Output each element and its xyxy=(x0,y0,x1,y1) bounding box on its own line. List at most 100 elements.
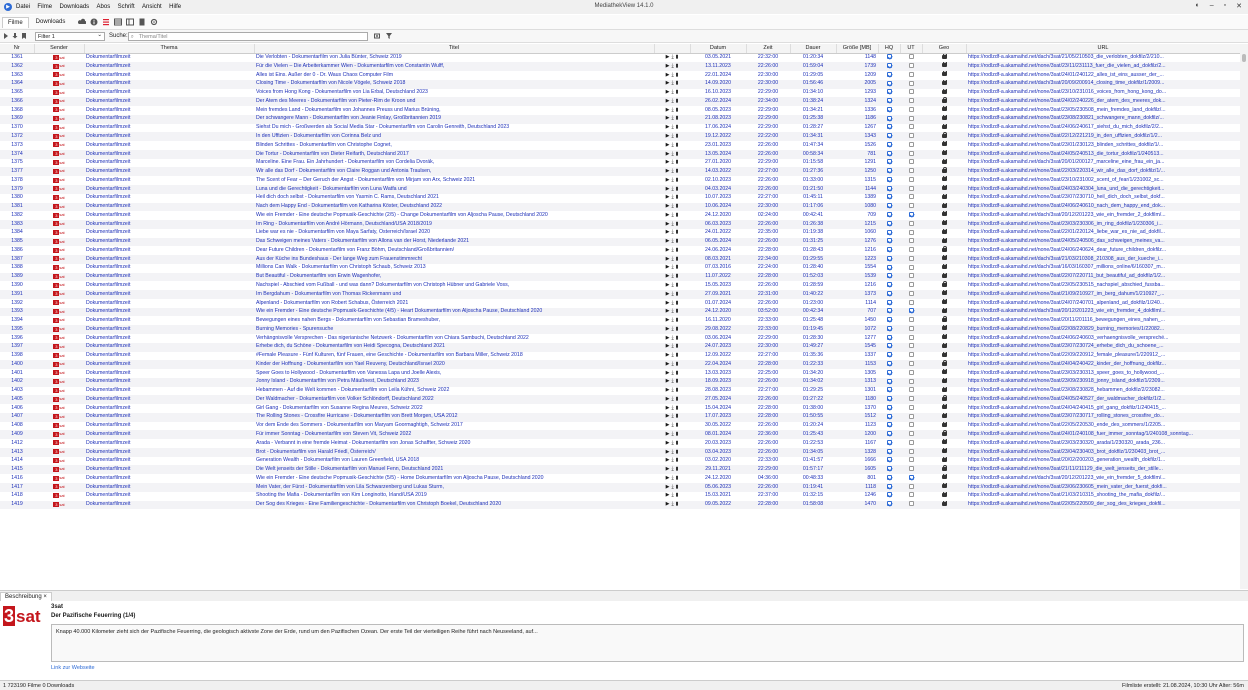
play-icon[interactable]: ▶ xyxy=(666,124,670,132)
hq-checkbox[interactable] xyxy=(886,62,892,68)
hq-checkbox[interactable] xyxy=(886,247,892,253)
clear-search-icon[interactable] xyxy=(373,33,380,39)
play-icon[interactable]: ▶ xyxy=(666,492,670,500)
bookmark-icon[interactable]: ▮ xyxy=(676,203,679,211)
hq-checkbox[interactable] xyxy=(886,150,892,156)
download-icon[interactable]: ⤓ xyxy=(671,115,673,123)
bookmark-icon[interactable]: ▮ xyxy=(676,387,679,395)
play-icon[interactable]: ▶ xyxy=(666,387,670,395)
download-icon[interactable]: ⤓ xyxy=(671,396,673,404)
bookmark-icon[interactable]: ▮ xyxy=(676,194,679,202)
play-icon[interactable]: ▶ xyxy=(666,194,670,202)
bookmark-icon[interactable]: ▮ xyxy=(676,115,679,123)
table-row[interactable]: 1418 3 sat Dokumentarfilmzeit Shooting the M… xyxy=(0,491,1240,501)
menu-datei[interactable]: Datei xyxy=(16,4,30,10)
ut-checkbox[interactable] xyxy=(908,501,914,507)
bookmark-icon[interactable]: ▮ xyxy=(676,273,679,281)
hq-checkbox[interactable] xyxy=(886,255,892,261)
table-row[interactable]: 1398 3 sat Dokumentarfilmzeit #Female Pleasu… xyxy=(0,351,1240,361)
menu-filme[interactable]: Filme xyxy=(37,4,52,10)
ut-checkbox[interactable] xyxy=(908,264,914,270)
hq-checkbox[interactable] xyxy=(886,325,892,331)
play-icon[interactable]: ▶ xyxy=(666,501,670,509)
minimize-icon[interactable]: – xyxy=(1210,2,1214,10)
vertical-scrollbar[interactable] xyxy=(1240,44,1248,589)
menu-schrift[interactable]: Schrift xyxy=(118,4,135,10)
table-row[interactable]: 1413 3 sat Dokumentarfilmzeit Brot - Dokumen… xyxy=(0,447,1240,457)
hq-checkbox[interactable] xyxy=(886,238,892,244)
table-row[interactable]: 1409 3 sat Dokumentarfilmzeit Für immer Sonn… xyxy=(0,430,1240,440)
table-row[interactable]: 1364 3 sat Dokumentarfilmzeit Closing Time -… xyxy=(0,79,1240,89)
bookmark-icon[interactable]: ▮ xyxy=(676,413,679,421)
ut-checkbox[interactable] xyxy=(908,413,914,419)
column-header[interactable]: Nr xyxy=(0,44,35,54)
play-icon[interactable]: ▶ xyxy=(666,317,670,325)
hq-checkbox[interactable] xyxy=(886,343,892,349)
funnel-icon[interactable] xyxy=(385,33,392,39)
hq-checkbox[interactable] xyxy=(886,308,892,314)
hq-checkbox[interactable] xyxy=(886,334,892,340)
play-icon[interactable]: ▶ xyxy=(666,396,670,404)
column-header[interactable]: Größe [MB] xyxy=(836,44,879,54)
table-row[interactable]: 1377 3 sat Dokumentarfilmzeit Wir alle das D… xyxy=(0,167,1240,177)
play-icon[interactable]: ▶ xyxy=(666,449,670,457)
play-icon[interactable]: ▶ xyxy=(666,370,670,378)
bookmark-icon[interactable]: ▮ xyxy=(676,133,679,141)
download-icon[interactable]: ⤓ xyxy=(671,168,673,176)
ut-checkbox[interactable] xyxy=(908,238,914,244)
ut-checkbox[interactable] xyxy=(908,439,914,445)
bookmark-icon[interactable]: ▮ xyxy=(676,221,679,229)
hq-checkbox[interactable] xyxy=(886,404,892,410)
hq-checkbox[interactable] xyxy=(886,466,892,472)
play-icon[interactable]: ▶ xyxy=(666,326,670,334)
table-row[interactable]: 1380 3 sat Dokumentarfilmzeit Heil dich doch… xyxy=(0,193,1240,203)
hq-checkbox[interactable] xyxy=(886,141,892,147)
table-row[interactable]: 1393 3 sat Dokumentarfilmzeit Wie ein Fremde… xyxy=(0,307,1240,317)
bookmark-icon[interactable]: ▮ xyxy=(676,370,679,378)
maximize-icon[interactable]: ▫ xyxy=(1224,2,1226,10)
table-row[interactable]: 1385 3 sat Dokumentarfilmzeit Das Schweigen … xyxy=(0,237,1240,247)
hq-checkbox[interactable] xyxy=(886,378,892,384)
download-icon[interactable]: ⤓ xyxy=(671,300,673,308)
table-row[interactable]: 1389 3 sat Dokumentarfilmzeit But Beautiful … xyxy=(0,272,1240,282)
bookmark-icon[interactable]: ▮ xyxy=(676,63,679,71)
details-view-icon[interactable] xyxy=(126,18,135,26)
play-icon[interactable]: ▶ xyxy=(666,264,670,272)
hq-checkbox[interactable] xyxy=(886,106,892,112)
table-row[interactable]: 1361 3 sat Dokumentarfilmzeit Die Verlobten … xyxy=(0,53,1240,62)
hq-checkbox[interactable] xyxy=(886,124,892,130)
table-row[interactable]: 1390 3 sat Dokumentarfilmzeit Nachspiel - Ab… xyxy=(0,281,1240,290)
hq-checkbox[interactable] xyxy=(886,474,892,480)
table-row[interactable]: 1391 3 sat Dokumentarfilmzeit Im Bergdahum -… xyxy=(0,290,1240,299)
column-header[interactable]: Zeit xyxy=(746,44,791,54)
hq-checkbox[interactable] xyxy=(886,98,892,104)
ut-checkbox[interactable] xyxy=(908,220,914,226)
download-icon[interactable]: ⤓ xyxy=(671,72,673,80)
ut-checkbox[interactable] xyxy=(908,387,914,393)
download-icon[interactable]: ⤓ xyxy=(671,89,673,97)
play-icon[interactable]: ▶ xyxy=(666,431,670,439)
table-row[interactable]: 1412 3 sat Dokumentarfilmzeit Arada - Verban… xyxy=(0,439,1240,448)
ut-checkbox[interactable] xyxy=(908,98,914,104)
bookmark-icon[interactable]: ▮ xyxy=(676,378,679,386)
ut-checkbox[interactable] xyxy=(908,317,914,323)
play-icon[interactable]: ▶ xyxy=(666,186,670,194)
table-row[interactable]: 1384 3 sat Dokumentarfilmzeit Liebe war es n… xyxy=(0,228,1240,238)
download-icon[interactable]: ⤓ xyxy=(671,247,673,255)
play-icon[interactable]: ▶ xyxy=(666,212,670,220)
bookmark-icon[interactable]: ▮ xyxy=(676,247,679,255)
play-icon[interactable]: ▶ xyxy=(666,300,670,308)
play-icon[interactable]: ▶ xyxy=(666,107,670,115)
play-icon[interactable]: ▶ xyxy=(666,256,670,264)
download-icon[interactable]: ⤓ xyxy=(671,54,673,62)
table-row[interactable]: 1374 3 sat Dokumentarfilmzeit Die Tortur - D… xyxy=(0,149,1240,159)
table-row[interactable]: 1366 3 sat Dokumentarfilmzeit Der Atem des M… xyxy=(0,97,1240,107)
download-icon[interactable]: ⤓ xyxy=(671,212,673,220)
hq-checkbox[interactable] xyxy=(886,317,892,323)
ut-checkbox[interactable] xyxy=(908,176,914,182)
table-row[interactable]: 1394 3 sat Dokumentarfilmzeit Bewegungen ein… xyxy=(0,316,1240,325)
table-row[interactable]: 1392 3 sat Dokumentarfilmzeit Alpenland - Do… xyxy=(0,298,1240,308)
download-icon[interactable]: ⤓ xyxy=(671,501,673,509)
download-icon[interactable]: ⤓ xyxy=(671,273,673,281)
download-icon[interactable]: ⤓ xyxy=(671,80,673,88)
